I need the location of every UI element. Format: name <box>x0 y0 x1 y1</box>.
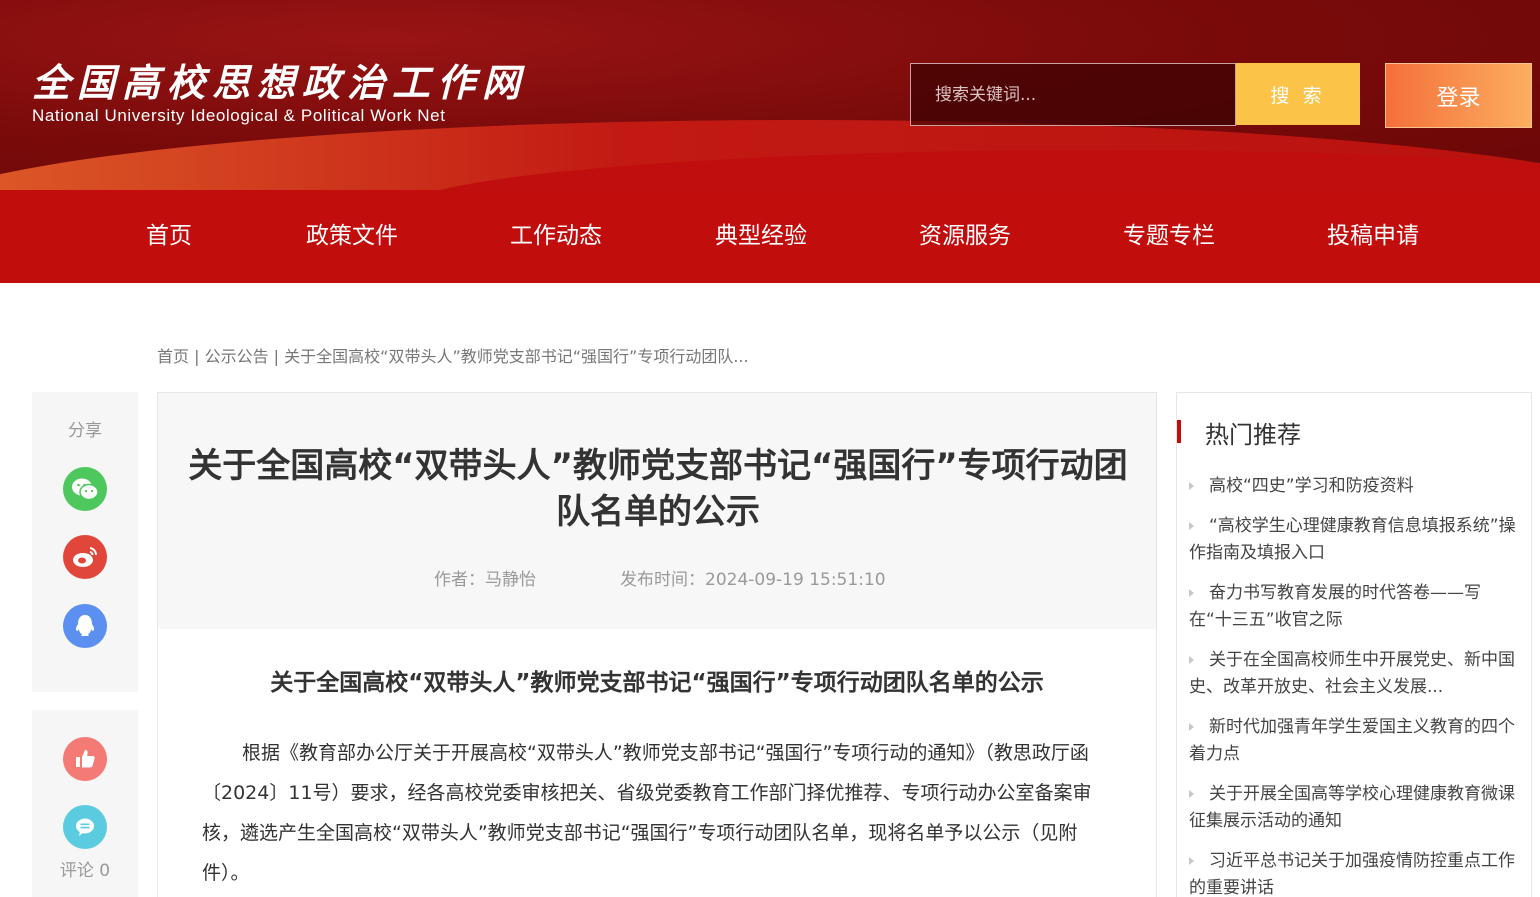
article-publish-time: 发布时间：2024-09-19 15:51:10 <box>620 570 886 590</box>
main-nav: 首页 政策文件 工作动态 典型经验 资源服务 专题专栏 投稿申请 <box>0 190 1540 283</box>
comment-icon[interactable] <box>63 805 107 849</box>
logo-en-text: National University Ideological & Politi… <box>32 106 446 125</box>
breadcrumb-section[interactable]: 公示公告 <box>205 347 269 366</box>
hot-list-item[interactable]: 关于在全国高校师生中开展党史、新中国史、改革开放史、社会主义发展... <box>1189 647 1519 701</box>
search-box <box>910 63 1236 126</box>
nav-item-submit[interactable]: 投稿申请 <box>1327 190 1419 283</box>
nav-item-topics[interactable]: 专题专栏 <box>1123 190 1215 283</box>
breadcrumb-separator: | <box>189 347 205 366</box>
site-logo[interactable]: 全国高校思想政治工作网 National University Ideologi… <box>32 60 527 126</box>
breadcrumb-home[interactable]: 首页 <box>157 347 189 366</box>
article-body-paragraph: 根据《教育部办公厅关于开展高校“双带头人”教师党支部书记“强国行”专项行动的通知… <box>202 742 1092 884</box>
hot-list: 高校“四史”学习和防疫资料 “高校学生心理健康教育信息填报系统”操作指南及填报入… <box>1189 473 1519 897</box>
nav-item-experience[interactable]: 典型经验 <box>715 190 807 283</box>
thumbs-up-icon[interactable] <box>63 737 107 781</box>
hot-list-item[interactable]: 奋力书写教育发展的时代答卷——写在“十三五”收官之际 <box>1189 580 1519 634</box>
breadcrumb-current: 关于全国高校“双带头人”教师党支部书记“强国行”专项行动团队... <box>284 347 749 366</box>
interaction-panel: 评论 0 <box>32 710 138 897</box>
nav-item-home[interactable]: 首页 <box>146 190 192 283</box>
search-input[interactable] <box>935 84 1215 105</box>
nav-item-policy[interactable]: 政策文件 <box>306 190 398 283</box>
article: 关于全国高校“双带头人”教师党支部书记“强国行”专项行动团队名单的公示 作者：马… <box>157 392 1157 897</box>
hot-title: 热门推荐 <box>1205 421 1301 449</box>
share-panel: 分享 <box>32 392 138 692</box>
hot-list-item[interactable]: “高校学生心理健康教育信息填报系统”操作指南及填报入口 <box>1189 513 1519 567</box>
hot-list-item[interactable]: 新时代加强青年学生爱国主义教育的四个着力点 <box>1189 714 1519 768</box>
breadcrumb-separator: | <box>268 347 285 366</box>
article-body-title: 关于全国高校“双带头人”教师党支部书记“强国行”专项行动团队名单的公示 <box>270 670 1044 696</box>
weibo-icon[interactable] <box>63 535 107 579</box>
nav-item-resources[interactable]: 资源服务 <box>919 190 1011 283</box>
article-header: 关于全国高校“双带头人”教师党支部书记“强国行”专项行动团队名单的公示 作者：马… <box>158 393 1156 629</box>
search-button[interactable]: 搜 索 <box>1236 63 1360 125</box>
breadcrumb: 首页 | 公示公告 | 关于全国高校“双带头人”教师党支部书记“强国行”专项行动… <box>157 343 749 367</box>
logo-cn-text: 全国高校思想政治工作网 <box>32 60 528 105</box>
hot-title-accent <box>1177 420 1181 443</box>
hot-list-item[interactable]: 关于开展全国高等学校心理健康教育微课征集展示活动的通知 <box>1189 781 1519 835</box>
hot-list-item[interactable]: 习近平总书记关于加强疫情防控重点工作的重要讲话 <box>1189 848 1519 897</box>
nav-item-news[interactable]: 工作动态 <box>510 190 602 283</box>
login-button[interactable]: 登录 <box>1385 63 1532 128</box>
comment-count[interactable]: 评论 0 <box>32 856 138 881</box>
wechat-icon[interactable] <box>63 467 107 511</box>
share-label: 分享 <box>68 421 102 441</box>
hot-recommend-panel: 热门推荐 高校“四史”学习和防疫资料 “高校学生心理健康教育信息填报系统”操作指… <box>1176 392 1532 897</box>
article-title: 关于全国高校“双带头人”教师党支部书记“强国行”专项行动团队名单的公示 <box>188 446 1128 532</box>
qq-icon[interactable] <box>63 604 107 648</box>
hot-list-item[interactable]: 高校“四史”学习和防疫资料 <box>1189 473 1519 500</box>
article-author: 作者：马静怡 <box>434 570 536 590</box>
